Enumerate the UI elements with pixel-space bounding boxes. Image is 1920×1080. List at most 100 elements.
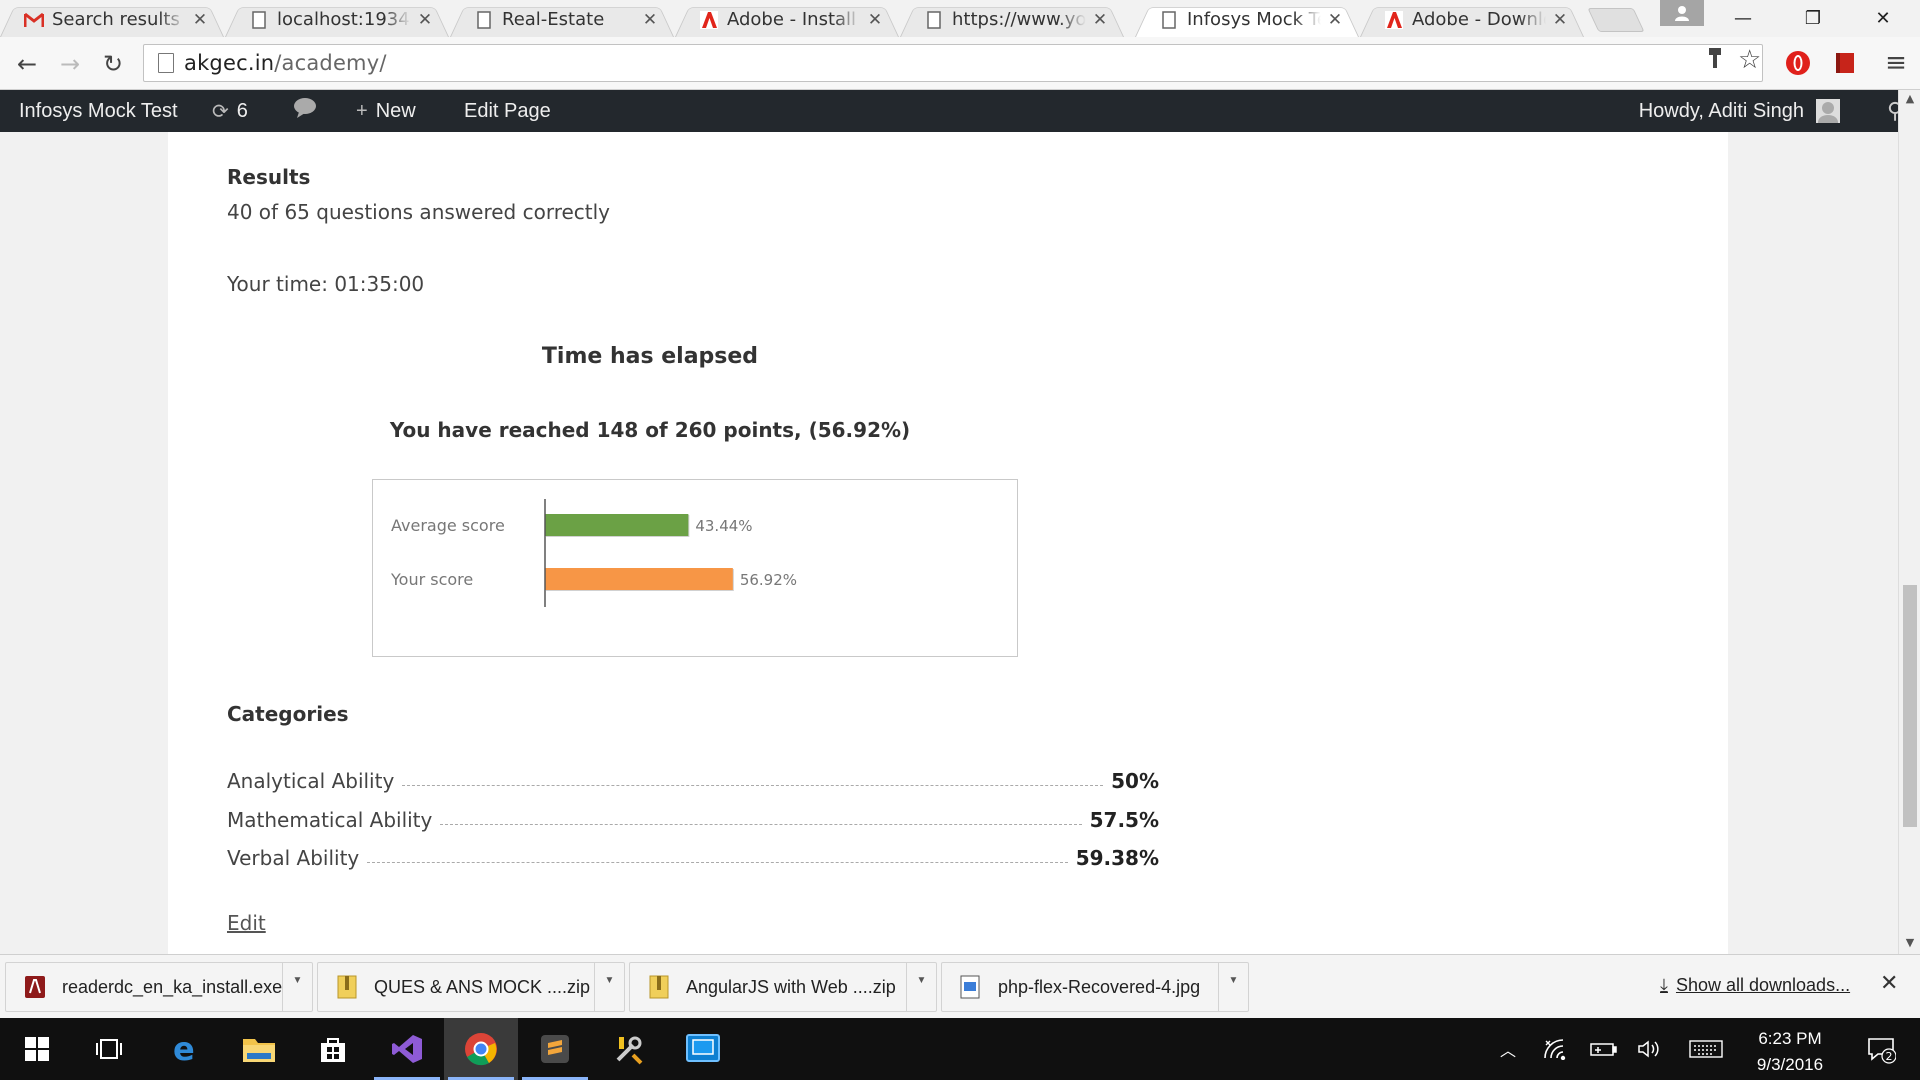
page-icon	[1159, 10, 1179, 30]
menu-icon[interactable]: ≡	[1882, 48, 1910, 78]
url-text: akgec.in/academy/	[184, 51, 387, 75]
chart-category-label: Average score	[391, 516, 505, 535]
page-info-icon[interactable]	[158, 53, 174, 73]
page-icon	[474, 10, 494, 30]
download-filename: AngularJS with Web ....zip	[686, 976, 896, 997]
download-item[interactable]: QUES & ANS MOCK ....zip ▼	[317, 962, 625, 1012]
close-tab-icon[interactable]: ✕	[1092, 10, 1108, 30]
correct-answers-text: 40 of 65 questions answered correctly	[227, 200, 611, 224]
tools-icon[interactable]	[592, 1018, 666, 1080]
scroll-down-icon[interactable]: ▼	[1899, 936, 1920, 949]
battery-icon[interactable]	[1585, 1018, 1621, 1080]
my-account-link[interactable]: Howdy, Aditi Singh	[1619, 90, 1860, 132]
quiz-results-panel: Results 40 of 65 questions answered corr…	[168, 132, 1728, 954]
category-row: Analytical Ability 50%	[227, 763, 1159, 793]
scroll-up-icon[interactable]: ▲	[1899, 92, 1920, 105]
download-filename: readerdc_en_ka_install.exe	[62, 976, 282, 997]
tab-adobe-download[interactable]: Adobe - Downloa ✕	[1360, 2, 1584, 37]
close-tab-icon[interactable]: ✕	[1552, 10, 1568, 30]
new-content-link[interactable]: + New	[337, 90, 435, 132]
windows-start-icon[interactable]	[0, 1018, 74, 1080]
chart-bar	[545, 514, 689, 536]
tab-adobe-install[interactable]: Adobe - Install Ac ✕	[675, 2, 899, 37]
close-window-icon[interactable]: ✕	[1848, 0, 1918, 37]
updates-link[interactable]: ⟳ 6	[193, 90, 267, 132]
chart-category-label: Your score	[390, 570, 473, 589]
adobe-icon	[699, 10, 719, 30]
download-arrow-icon: ⤓	[1660, 975, 1668, 995]
tab-title: Adobe - Install Ac	[727, 9, 861, 30]
download-item[interactable]: AngularJS with Web ....zip ▼	[629, 962, 937, 1012]
close-tab-icon[interactable]: ✕	[417, 10, 433, 30]
address-bar[interactable]: akgec.in/academy/	[143, 44, 1763, 82]
chevron-down-icon[interactable]: ▼	[906, 963, 936, 1011]
download-filename: QUES & ANS MOCK ....zip	[374, 976, 591, 997]
category-score: 59.38%	[1075, 846, 1159, 870]
file-explorer-icon[interactable]	[222, 1018, 296, 1080]
intel-app-icon[interactable]	[666, 1018, 740, 1080]
profile-icon[interactable]	[1660, 0, 1704, 26]
show-all-downloads-link[interactable]: ⤓ Show all downloads...	[1660, 975, 1850, 996]
back-arrow-icon[interactable]: ←	[10, 47, 44, 81]
windows-taskbar: e ︿ 6:23 PM 9/3/2016 2	[0, 1018, 1920, 1080]
page-scrollbar[interactable]: ▲ ▼	[1898, 90, 1920, 954]
category-row: Mathematical Ability 57.5%	[227, 802, 1159, 832]
tab-gmail[interactable]: Search results - ac ✕	[0, 2, 224, 37]
comments-link[interactable]	[274, 90, 336, 132]
restore-icon[interactable]: ❐	[1778, 0, 1848, 37]
clock-date: 9/3/2016	[1756, 1055, 1824, 1074]
edit-link[interactable]: Edit	[227, 911, 266, 935]
download-item[interactable]: php-flex-Recovered-4.jpg ▼	[941, 962, 1249, 1012]
reload-icon[interactable]: ↻	[96, 47, 130, 81]
categories-heading: Categories	[227, 702, 349, 726]
taskbar-clock[interactable]: 6:23 PM 9/3/2016	[1735, 1026, 1845, 1078]
opera-extension-icon[interactable]	[1784, 49, 1812, 77]
close-tab-icon[interactable]: ✕	[192, 10, 208, 30]
key-icon[interactable]	[1708, 47, 1722, 75]
category-name: Verbal Ability	[227, 846, 360, 870]
chevron-down-icon[interactable]: ▼	[1218, 963, 1248, 1011]
tab-title: localhost:19342/a	[277, 9, 411, 30]
close-tab-icon[interactable]: ✕	[642, 10, 658, 30]
keyboard-icon[interactable]	[1684, 1018, 1728, 1080]
tab-title: Real-Estate	[502, 9, 605, 30]
chrome-icon[interactable]	[444, 1018, 518, 1080]
chart-value-label: 56.92%	[740, 571, 797, 589]
task-view-icon[interactable]	[72, 1018, 146, 1080]
time-taken-text: Your time: 01:35:00	[227, 272, 425, 296]
adobe-icon	[1384, 10, 1404, 30]
action-center-icon[interactable]: 2	[1856, 1018, 1906, 1080]
scrollbar-thumb[interactable]	[1903, 585, 1917, 827]
close-tab-icon[interactable]: ✕	[1327, 10, 1343, 30]
gmail-icon	[24, 10, 44, 30]
minimize-icon[interactable]: —	[1708, 0, 1778, 37]
chevron-down-icon[interactable]: ▼	[594, 963, 624, 1011]
chevron-down-icon[interactable]: ▼	[282, 963, 312, 1011]
bookmark-star-icon[interactable]: ☆	[1738, 45, 1761, 75]
tab-localhost[interactable]: localhost:19342/a ✕	[225, 2, 449, 37]
score-chart: Average score 43.44% Your score 56.92%	[372, 479, 1018, 657]
download-item[interactable]: readerdc_en_ka_install.exe ▼	[5, 962, 313, 1012]
close-shelf-icon[interactable]: ✕	[1880, 971, 1898, 996]
close-tab-icon[interactable]: ✕	[867, 10, 883, 30]
sublime-text-icon[interactable]	[518, 1018, 592, 1080]
refresh-icon: ⟳	[212, 100, 229, 123]
tab-youtube[interactable]: https://www.yout ✕	[900, 2, 1124, 37]
volume-icon[interactable]	[1632, 1018, 1668, 1080]
chevron-up-icon[interactable]: ︿	[1493, 1018, 1523, 1080]
store-icon[interactable]	[296, 1018, 370, 1080]
tab-infosys-mock-test[interactable]: Infosys Mock Test ✕	[1135, 2, 1359, 37]
tab-real-estate[interactable]: Real-Estate ✕	[450, 2, 674, 37]
book-extension-icon[interactable]	[1831, 49, 1859, 77]
edge-browser-icon[interactable]: e	[148, 1018, 222, 1080]
page-icon	[924, 10, 944, 30]
new-tab-button[interactable]	[1587, 8, 1645, 32]
edit-page-link[interactable]: Edit Page	[445, 90, 570, 132]
dotted-leader	[367, 862, 1068, 863]
site-name-link[interactable]: Infosys Mock Test	[0, 90, 197, 132]
plus-icon: +	[356, 99, 368, 122]
wifi-icon[interactable]	[1538, 1018, 1574, 1080]
forward-arrow-icon[interactable]: →	[53, 47, 87, 81]
category-score: 57.5%	[1089, 808, 1159, 832]
visual-studio-icon[interactable]	[370, 1018, 444, 1080]
